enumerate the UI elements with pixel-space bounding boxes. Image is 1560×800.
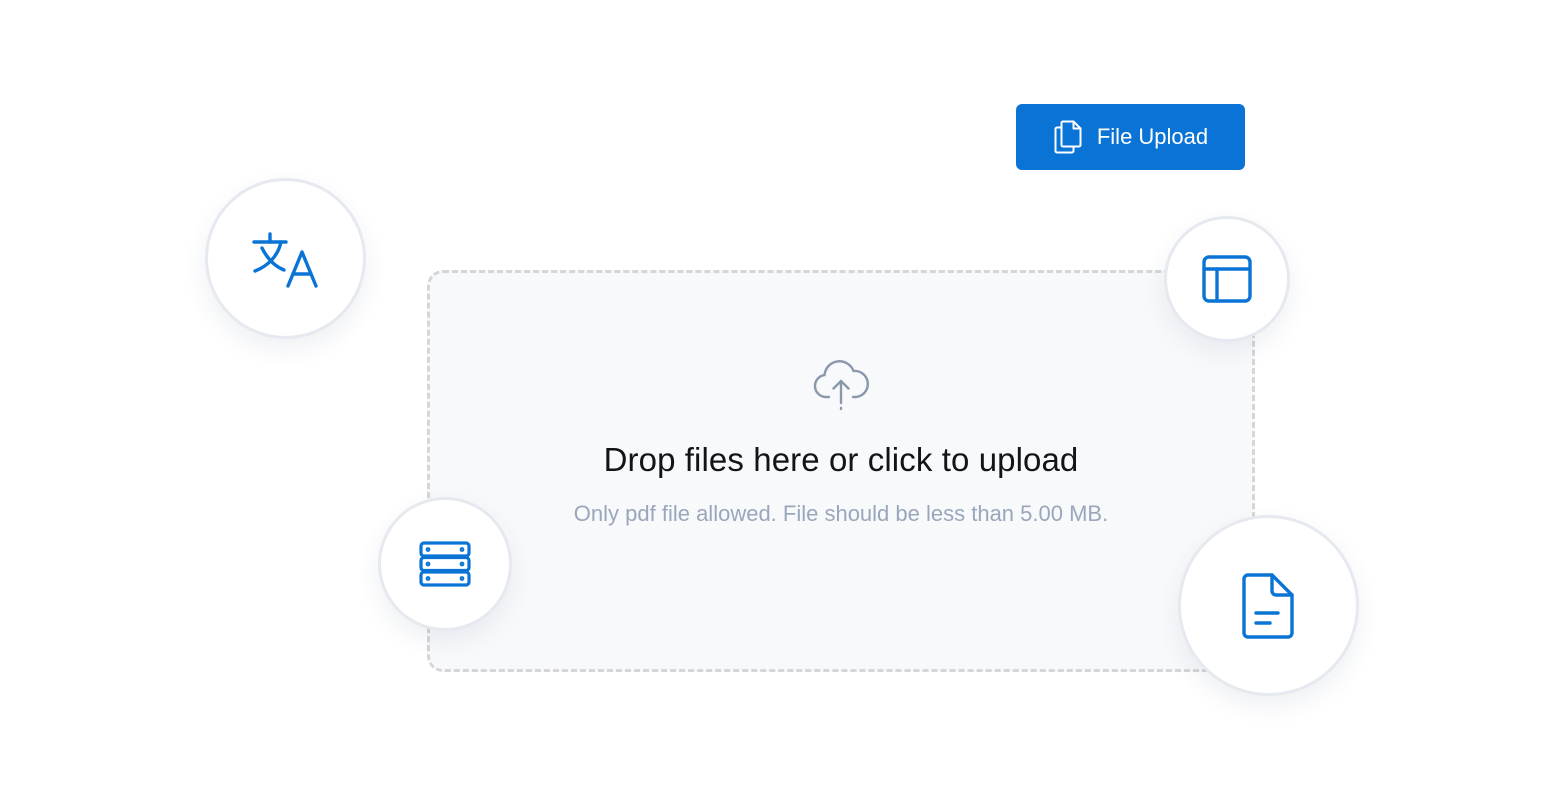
copy-files-icon [1053,120,1083,154]
cloud-upload-icon [813,357,869,415]
file-drop-zone[interactable]: Drop files here or click to upload Only … [427,270,1255,672]
file-upload-label: File Upload [1096,124,1209,149]
server-bubble [378,497,512,631]
layout-bubble [1164,216,1290,342]
translate-bubble [205,178,366,339]
document-bubble [1178,515,1359,696]
dropzone-title: Drop files here or click to upload [603,441,1079,478]
server-icon [418,540,472,588]
translate-icon [250,230,322,288]
file-upload-button[interactable]: File Upload [1016,104,1245,170]
document-icon [1240,572,1298,640]
dropzone-hint: Only pdf file allowed. File should be le… [573,501,1109,526]
layout-icon [1201,254,1253,304]
